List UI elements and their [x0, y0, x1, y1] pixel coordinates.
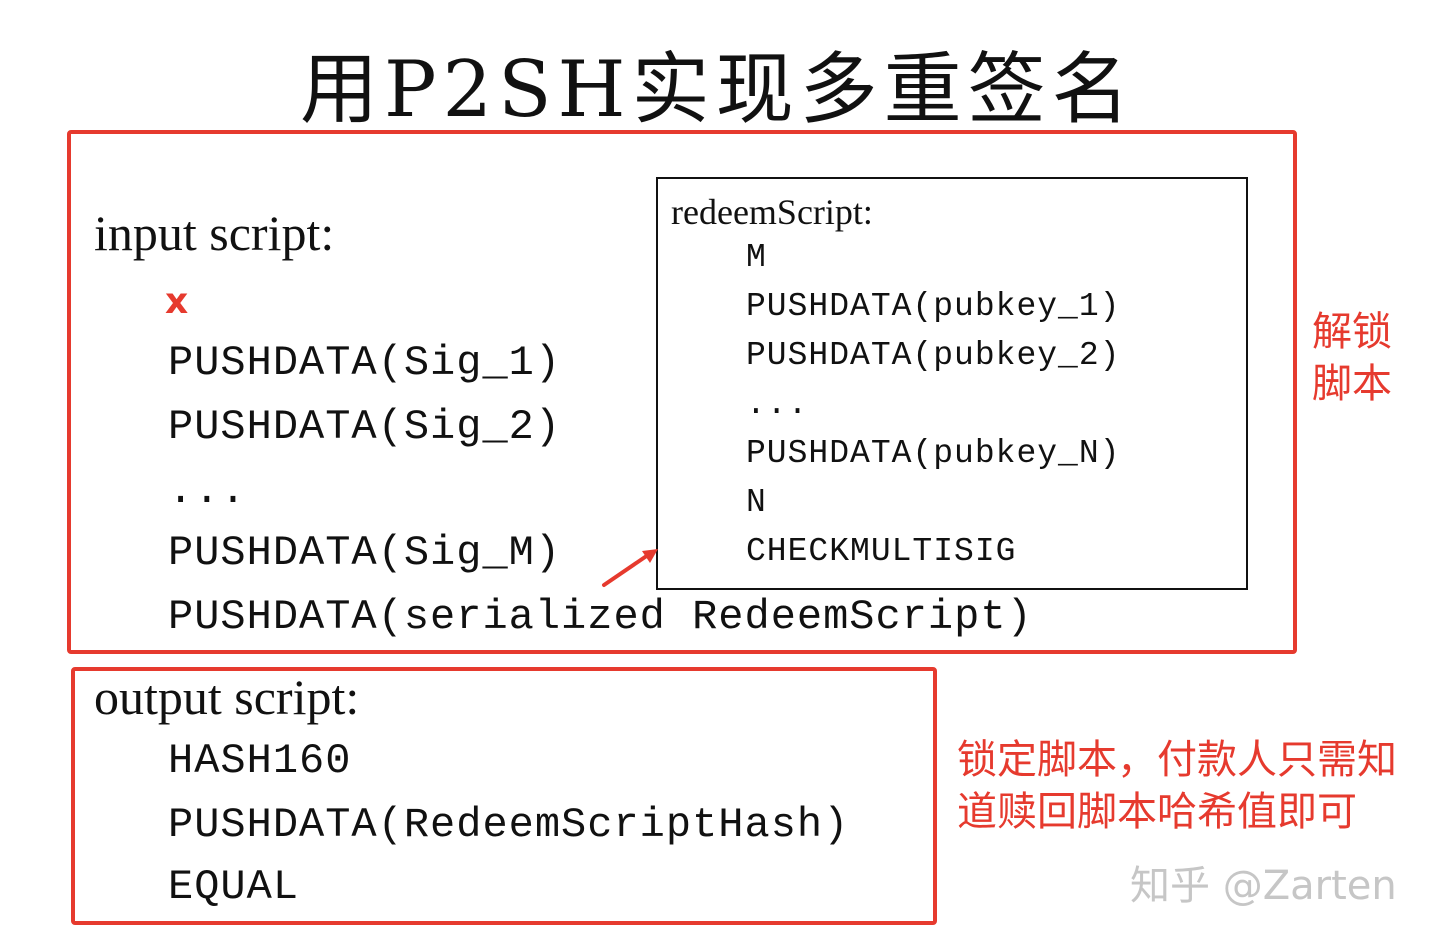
lock-script-note: 锁定脚本，付款人只需知道赎回脚本哈希值即可 — [957, 737, 1397, 835]
input-script-line: PUSHDATA(serialized RedeemScript) — [168, 593, 1033, 641]
redeem-script-line: CHECKMULTISIG — [746, 533, 1017, 570]
redeem-script-box — [656, 177, 1248, 590]
output-script-line: EQUAL — [168, 863, 300, 911]
redeem-script-label: redeemScript: — [671, 192, 873, 232]
redeem-script-line: PUSHDATA(pubkey_1) — [746, 288, 1121, 325]
output-script-line: PUSHDATA(RedeemScriptHash) — [168, 801, 850, 849]
redeem-script-line: N — [746, 484, 767, 521]
redeem-script-line: M — [746, 239, 767, 276]
output-script-line: HASH160 — [168, 737, 352, 785]
input-script-label: input script: — [94, 205, 335, 261]
input-script-line: PUSHDATA(Sig_M) — [168, 529, 562, 577]
redeem-script-line: PUSHDATA(pubkey_N) — [746, 435, 1121, 472]
x-mark: x — [165, 281, 189, 322]
input-script-line: ... — [168, 467, 247, 515]
slide-title: 用P2SH实现多重签名 — [300, 45, 1136, 135]
input-script-line: PUSHDATA(Sig_1) — [168, 339, 562, 387]
arrow-icon — [602, 549, 658, 587]
unlock-script-note: 解锁脚本 — [1312, 309, 1392, 407]
output-script-label: output script: — [94, 669, 360, 725]
redeem-script-line: PUSHDATA(pubkey_2) — [746, 337, 1121, 374]
redeem-script-line: ... — [746, 386, 809, 423]
watermark: 知乎 @Zarten — [1130, 863, 1397, 909]
input-script-line: PUSHDATA(Sig_2) — [168, 403, 562, 451]
